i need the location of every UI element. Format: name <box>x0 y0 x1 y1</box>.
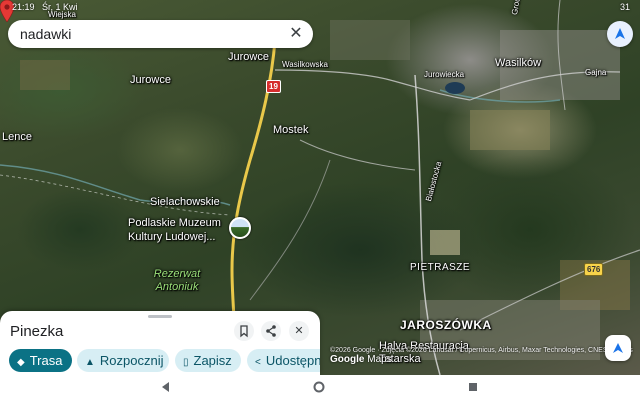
museum-photo-thumbnail[interactable] <box>229 217 251 239</box>
save-label: Zapisz <box>193 353 232 368</box>
status-time-date: 21:19 Śr, 1 Kwi <box>12 0 78 14</box>
directions-label: Trasa <box>29 353 63 368</box>
start-button[interactable]: ▲ Rozpocznij <box>77 349 169 372</box>
share-button[interactable]: < Udostępn <box>247 349 320 372</box>
status-time: 21:19 <box>12 2 35 12</box>
recents-icon[interactable] <box>467 381 479 393</box>
label-jurowce-west: Jurowce <box>130 74 171 86</box>
road-19-badge: 19 <box>266 80 281 93</box>
start-label: Rozpocznij <box>99 353 164 368</box>
bookmark-icon[interactable] <box>234 321 254 341</box>
logo-google: Google <box>330 354 365 365</box>
share-label: Udostępn <box>265 353 320 368</box>
label-museum[interactable]: Podlaskie Muzeum Kultury Ludowej... <box>128 216 228 244</box>
share-icon[interactable] <box>261 321 281 341</box>
system-nav-bar <box>0 375 640 400</box>
directions-icon: ◆ <box>17 357 25 368</box>
close-icon[interactable]: ✕ <box>287 25 305 43</box>
status-bar: 21:19 Śr, 1 Kwi 31 <box>0 0 640 14</box>
drag-handle[interactable] <box>148 315 172 318</box>
save-button[interactable]: ▯ Zapisz <box>175 349 241 372</box>
close-sheet-icon[interactable]: ✕ <box>289 321 309 341</box>
compass-icon <box>615 28 625 39</box>
search-query[interactable]: nadawki <box>20 26 71 42</box>
bookmark-chip-icon: ▯ <box>183 357 189 368</box>
label-sielachowskie: Sielachowskie <box>150 196 220 208</box>
navigation-arrow-icon: ▲ <box>85 357 95 368</box>
label-mostek: Mostek <box>273 124 309 136</box>
label-pietrasze: PIETRASZE <box>410 262 471 273</box>
logo-maps: Maps <box>367 354 392 365</box>
label-gajna: Gajna <box>585 68 607 77</box>
directions-button[interactable]: ◆ Trasa <box>9 349 72 372</box>
my-location-button[interactable] <box>605 335 631 361</box>
label-lence: Lence <box>2 131 32 143</box>
label-wasilkow: Wasilków <box>495 57 542 69</box>
google-maps-logo: Google Maps <box>330 354 392 365</box>
road-676-badge: 676 <box>584 263 604 276</box>
home-icon[interactable] <box>313 381 325 393</box>
search-bar[interactable]: nadawki ✕ <box>8 20 313 48</box>
place-title: Pinezka <box>10 323 64 340</box>
label-jurowce: Jurowce <box>228 51 269 63</box>
label-jaroszowka: JAROSZÓWKA <box>400 318 492 332</box>
layers-compass-button[interactable] <box>607 21 633 47</box>
action-chips: ◆ Trasa ▲ Rozpocznij ▯ Zapisz < Udostępn <box>0 348 320 374</box>
status-date: Śr, 1 Kwi <box>42 2 78 12</box>
share-chip-icon: < <box>255 357 261 368</box>
label-wasilkowska: Wasilkowska <box>282 60 328 69</box>
label-reserve: Rezerwat Antoniuk <box>153 268 201 293</box>
map-attribution[interactable]: ©2026 Google · Zdjęcia ©2026 Landsat / C… <box>330 347 633 354</box>
label-jurowiecka: Jurowiecka <box>424 70 465 79</box>
status-right-icons: 31 <box>619 2 630 12</box>
my-location-icon <box>613 343 623 353</box>
back-icon[interactable] <box>160 381 172 393</box>
